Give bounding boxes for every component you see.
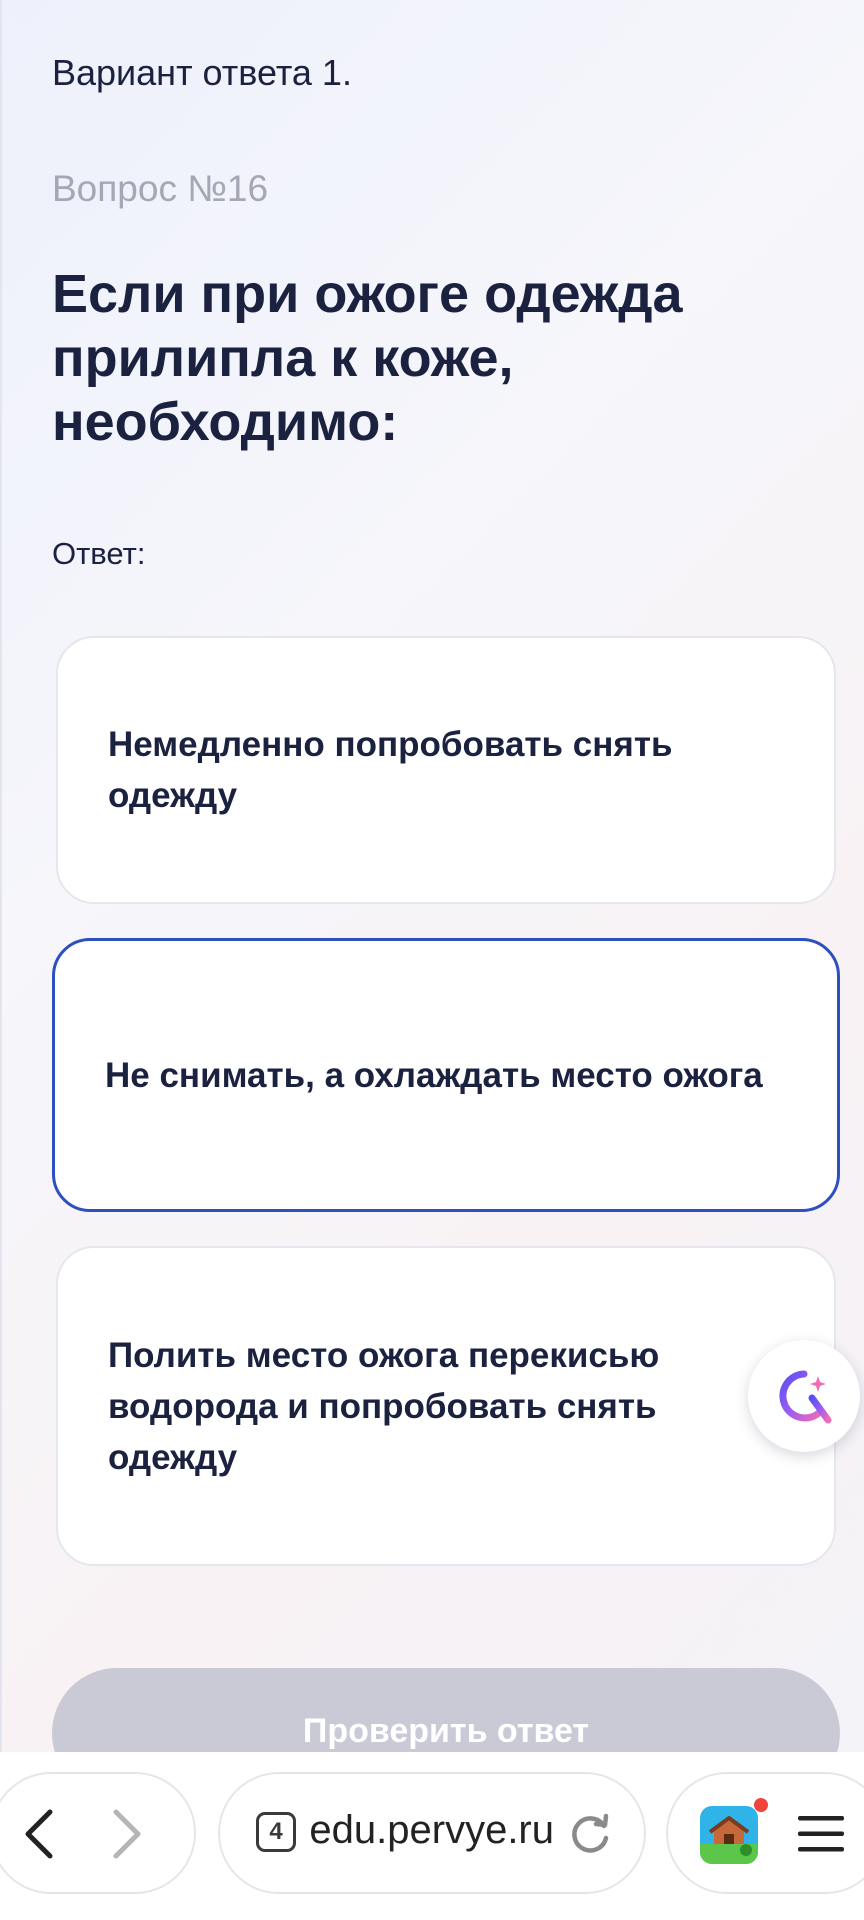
- question-number: Вопрос №16: [52, 168, 269, 209]
- answer-option-1[interactable]: Немедленно попробовать снять одежду: [56, 636, 836, 904]
- previous-answer-text: Вариант ответа 1.: [52, 52, 352, 93]
- address-bar[interactable]: 4 edu.pervye.ru: [218, 1772, 646, 1894]
- answer-option-label: Не снимать, а охлаждать место ожога: [105, 1055, 763, 1095]
- chevron-left-icon: [25, 1809, 53, 1859]
- answer-option-2[interactable]: Не снимать, а охлаждать место ожога: [52, 938, 840, 1212]
- back-button[interactable]: [10, 1802, 70, 1866]
- notification-dot: [754, 1798, 768, 1812]
- chevron-right-icon: [113, 1809, 141, 1859]
- check-answer-button[interactable]: Проверить ответ: [52, 1668, 840, 1752]
- tab-count-badge[interactable]: 4: [256, 1812, 296, 1852]
- url-text[interactable]: edu.pervye.ru: [306, 1808, 554, 1853]
- answer-option-label: Полить место ожога перекисью водорода и …: [108, 1335, 660, 1477]
- answer-label: Ответ:: [52, 536, 146, 571]
- navigation-group: [0, 1772, 196, 1894]
- answer-option-label: Немедленно попробовать снять одежду: [108, 725, 673, 815]
- forward-button[interactable]: [96, 1802, 156, 1866]
- hamburger-menu-icon[interactable]: [798, 1814, 844, 1854]
- url-value: edu.pervye.ru: [309, 1808, 554, 1852]
- reload-icon[interactable]: [566, 1810, 614, 1858]
- game-app-icon[interactable]: [700, 1806, 758, 1864]
- browser-extras: [666, 1772, 864, 1894]
- question-title: Если при ожоге одежда прилипла к коже, н…: [52, 264, 683, 452]
- answer-option-3[interactable]: Полить место ожога перекисью водорода и …: [56, 1246, 836, 1566]
- browser-toolbar: 4 edu.pervye.ru: [0, 1752, 864, 1920]
- quiz-page: Вариант ответа 1. Вопрос №16 Если при ож…: [0, 0, 864, 1752]
- assistant-icon: [779, 1370, 832, 1424]
- assistant-button[interactable]: [748, 1340, 860, 1452]
